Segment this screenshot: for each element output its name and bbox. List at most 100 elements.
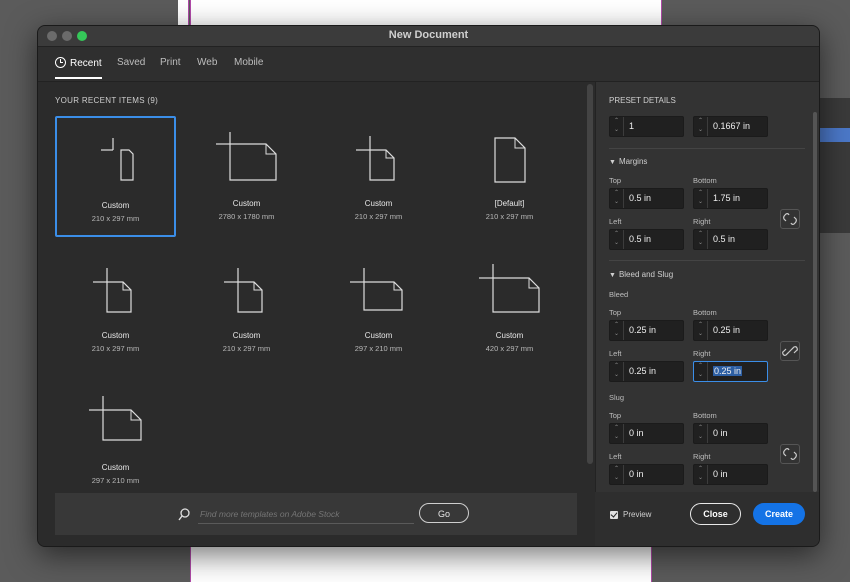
slug-left-field[interactable]: ⌃ ⌄ 0 in xyxy=(609,464,684,485)
stepper-arrows-icon[interactable]: ⌃ ⌄ xyxy=(694,362,708,381)
item-size: 210 x 297 mm xyxy=(91,214,140,223)
item-size: 210 x 297 mm xyxy=(485,212,534,221)
slug-link-toggle[interactable] xyxy=(780,444,800,464)
preview-checkbox[interactable] xyxy=(610,511,618,519)
category-tabs: Recent Saved Print Web Mobile xyxy=(38,47,819,82)
stepper-arrows-icon[interactable]: ⌃ ⌄ xyxy=(694,117,708,136)
stepper-arrows-icon[interactable]: ⌃ ⌄ xyxy=(610,362,624,381)
stepper-arrows-icon[interactable]: ⌃ ⌄ xyxy=(610,321,624,340)
close-button[interactable]: Close xyxy=(690,503,741,525)
slug-top-label: Top xyxy=(609,411,622,420)
adobe-stock-search-bar: Go xyxy=(55,493,577,535)
recent-item[interactable]: Custom 210 x 297 mm xyxy=(318,116,439,237)
slug-left-label: Left xyxy=(609,452,622,461)
slug-bottom-field[interactable]: ⌃ ⌄ 0 in xyxy=(693,423,768,444)
link-broken-icon xyxy=(783,213,797,225)
slug-label: Slug xyxy=(609,393,625,402)
item-name: Custom xyxy=(232,331,261,340)
dialog-footer: Preview Close Create xyxy=(595,492,819,546)
recent-item[interactable]: Custom 297 x 210 mm xyxy=(318,248,439,369)
portrait-doc-icon xyxy=(356,136,395,181)
stepper-arrows-icon[interactable]: ⌃ ⌄ xyxy=(610,424,624,443)
search-icon xyxy=(178,508,190,521)
gutter-field[interactable]: ⌃ ⌄ 0.1667 in xyxy=(693,116,768,137)
bleed-right-field[interactable]: ⌃ ⌄ 0.25 in xyxy=(693,361,768,382)
slug-bottom-label: Bottom xyxy=(693,411,717,420)
recent-item[interactable]: [Default] 210 x 297 mm xyxy=(449,116,570,237)
item-name: Custom xyxy=(101,201,130,210)
item-size: 210 x 297 mm xyxy=(354,212,403,221)
margin-right-field[interactable]: ⌃ ⌄ 0.5 in xyxy=(693,229,768,250)
item-name: Custom xyxy=(101,331,130,340)
bleed-link-toggle[interactable] xyxy=(780,341,800,361)
bleed-slug-section-toggle[interactable]: ▼ Bleed and Slug xyxy=(609,270,673,279)
margin-top-field[interactable]: ⌃ ⌄ 0.5 in xyxy=(609,188,684,209)
tab-recent[interactable]: Recent xyxy=(55,57,102,69)
landscape-doc-icon xyxy=(479,264,540,313)
recent-items-count: (9) xyxy=(147,96,159,105)
create-button[interactable]: Create xyxy=(753,503,805,525)
preview-label: Preview xyxy=(623,510,652,519)
tab-web[interactable]: Web xyxy=(197,57,217,68)
tab-mobile[interactable]: Mobile xyxy=(234,57,263,68)
bleed-bottom-label: Bottom xyxy=(693,308,717,317)
recent-items-panel: YOUR RECENT ITEMS (9) Custom 210 x 297 m… xyxy=(38,82,585,546)
tab-saved[interactable]: Saved xyxy=(117,57,145,68)
item-name: Custom xyxy=(101,463,130,472)
item-name: Custom xyxy=(232,199,261,208)
recent-item[interactable]: Custom 210 x 297 mm xyxy=(186,248,307,369)
recent-items-scrollbar[interactable] xyxy=(587,84,593,464)
preset-details-heading: PRESET DETAILS xyxy=(609,96,676,105)
search-input[interactable] xyxy=(198,505,414,524)
item-name: Custom xyxy=(364,199,393,208)
bleed-left-field[interactable]: ⌃ ⌄ 0.25 in xyxy=(609,361,684,382)
item-size: 297 x 210 mm xyxy=(354,344,403,353)
preset-details-panel: PRESET DETAILS ⌃ ⌄ 1 ⌃ ⌄ 0.1667 in ▼ Margins … xyxy=(595,82,819,546)
tab-label: Recent xyxy=(70,58,102,69)
bleed-left-label: Left xyxy=(609,349,622,358)
chevron-down-icon: ▼ xyxy=(609,272,616,279)
bleed-label: Bleed xyxy=(609,290,629,299)
stepper-arrows-icon[interactable]: ⌃ ⌄ xyxy=(694,424,708,443)
new-document-dialog: New Document Recent Saved Print Web Mobi… xyxy=(37,25,820,547)
columns-field[interactable]: ⌃ ⌄ 1 xyxy=(609,116,684,137)
stepper-arrows-icon[interactable]: ⌃ ⌄ xyxy=(610,117,624,136)
slug-right-field[interactable]: ⌃ ⌄ 0 in xyxy=(693,464,768,485)
item-size: 2780 x 1780 mm xyxy=(218,212,275,221)
margin-left-field[interactable]: ⌃ ⌄ 0.5 in xyxy=(609,229,684,250)
margin-top-label: Top xyxy=(609,176,622,185)
portrait-doc-icon xyxy=(224,268,263,313)
stepper-arrows-icon[interactable]: ⌃ ⌄ xyxy=(610,189,624,208)
go-button[interactable]: Go xyxy=(419,503,469,523)
slug-top-field[interactable]: ⌃ ⌄ 0 in xyxy=(609,423,684,444)
recent-item[interactable]: Custom 420 x 297 mm xyxy=(449,248,570,369)
preset-details-scrollbar[interactable] xyxy=(813,112,817,492)
margins-section-toggle[interactable]: ▼ Margins xyxy=(609,157,647,166)
bleed-top-field[interactable]: ⌃ ⌄ 0.25 in xyxy=(609,320,684,341)
recent-item[interactable]: Custom 210 x 297 mm xyxy=(55,116,176,237)
recent-item[interactable]: Custom 2780 x 1780 mm xyxy=(186,116,307,237)
item-name: Custom xyxy=(495,331,524,340)
slug-right-label: Right xyxy=(693,452,711,461)
recent-item[interactable]: Custom 210 x 297 mm xyxy=(55,248,176,369)
stepper-arrows-icon[interactable]: ⌃ ⌄ xyxy=(694,465,708,484)
stepper-arrows-icon[interactable]: ⌃ ⌄ xyxy=(610,230,624,249)
recent-item[interactable]: Custom 297 x 210 mm xyxy=(55,380,176,501)
portrait-doc-icon xyxy=(93,268,132,313)
window-title: New Document xyxy=(388,29,469,41)
margin-bottom-label: Bottom xyxy=(693,176,717,185)
stepper-arrows-icon[interactable]: ⌃ ⌄ xyxy=(610,465,624,484)
landscape-doc-icon xyxy=(89,396,142,441)
margins-link-toggle[interactable] xyxy=(780,209,800,229)
item-name: Custom xyxy=(364,331,393,340)
stepper-arrows-icon[interactable]: ⌃ ⌄ xyxy=(694,230,708,249)
stepper-arrows-icon[interactable]: ⌃ ⌄ xyxy=(694,189,708,208)
stepper-arrows-icon[interactable]: ⌃ ⌄ xyxy=(694,321,708,340)
active-tab-indicator xyxy=(55,77,102,79)
margin-bottom-field[interactable]: ⌃ ⌄ 1.75 in xyxy=(693,188,768,209)
title-bar: New Document xyxy=(38,26,819,47)
bleed-bottom-field[interactable]: ⌃ ⌄ 0.25 in xyxy=(693,320,768,341)
tab-print[interactable]: Print xyxy=(160,57,181,68)
bleed-right-label: Right xyxy=(693,349,711,358)
item-size: 420 x 297 mm xyxy=(485,344,534,353)
